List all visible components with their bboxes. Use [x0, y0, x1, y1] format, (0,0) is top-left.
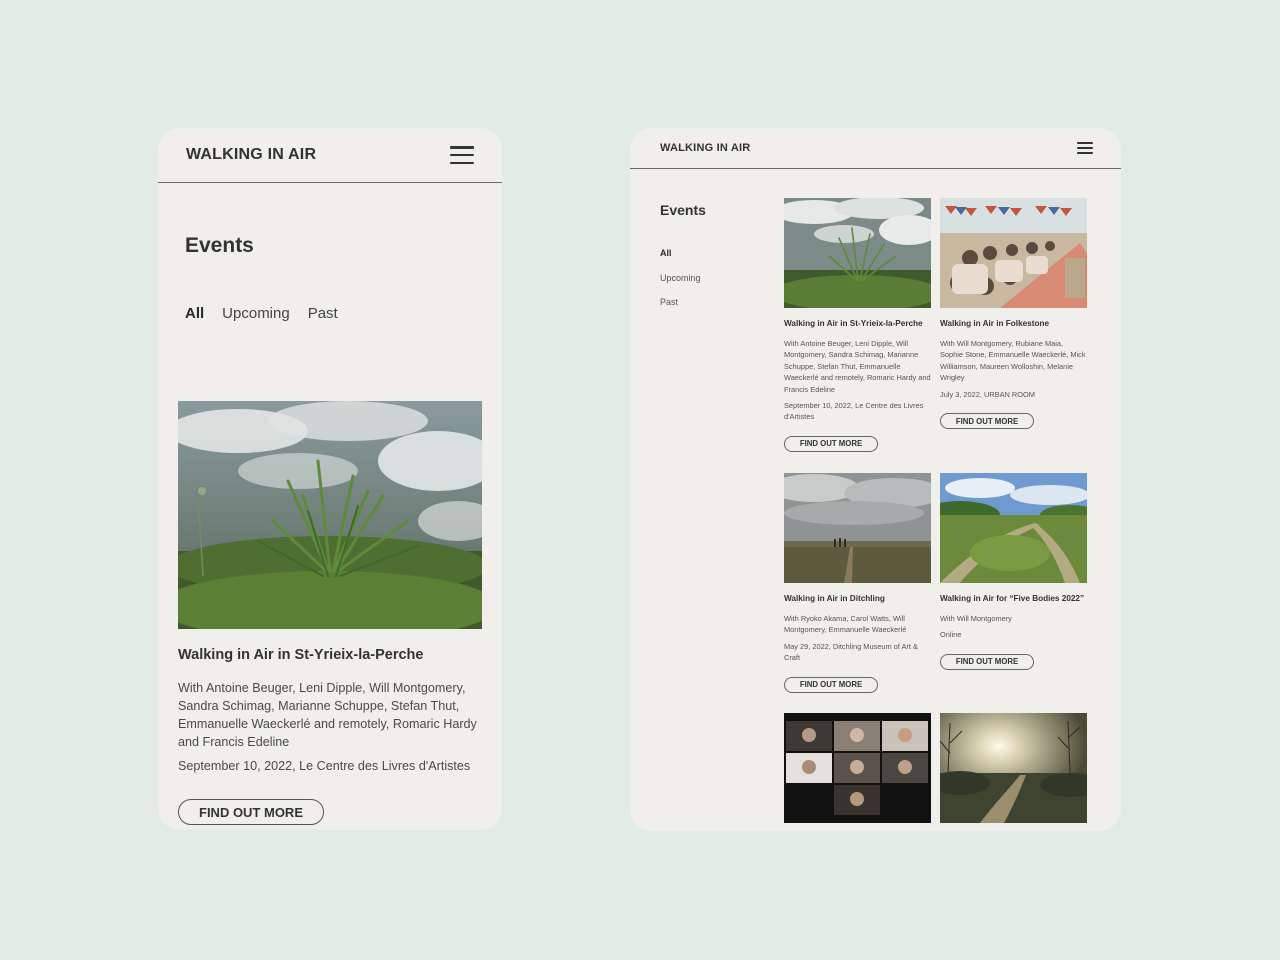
event-participants: With Antoine Beuger, Leni Dipple, Will M… [784, 339, 931, 394]
filter-past[interactable]: Past [308, 305, 338, 322]
event-participants: With Will Montgomery, Rubiane Maia, Soph… [940, 339, 1086, 383]
filter-all[interactable]: All [185, 305, 204, 322]
event-title[interactable]: Walking in Air in Folkestone [940, 318, 1087, 330]
event-participants: With Will Montgomery [940, 614, 1012, 623]
tablet-preview: WALKING IN AIR Events All Upcoming Past … [630, 128, 1121, 831]
filter-past[interactable]: Past [660, 297, 701, 322]
event-image-sunset-path[interactable] [940, 713, 1087, 823]
event-card: Walking in Air in St-Yrieix-la-Perche Wi… [784, 198, 931, 452]
filter-upcoming[interactable]: Upcoming [660, 273, 701, 298]
site-logo[interactable]: WALKING IN AIR [660, 142, 750, 154]
find-out-more-button[interactable]: FIND OUT MORE [784, 435, 878, 452]
event-card: Walking in Air for “Five Bodies 2022” Wi… [940, 473, 1087, 670]
event-card [940, 713, 1087, 823]
event-card: Walking in Air in Ditchling With Ryoko A… [784, 473, 931, 693]
page-title: Events [185, 234, 254, 257]
find-out-more-button[interactable]: FIND OUT MORE [940, 653, 1034, 670]
page-title: Events [660, 202, 706, 218]
event-card: Walking in Air in Folkestone With Will M… [940, 198, 1087, 430]
find-out-more-button[interactable]: FIND OUT MORE [940, 413, 1034, 430]
event-title[interactable]: Walking in Air in Ditchling [784, 593, 931, 605]
event-filter-tabs: All Upcoming Past [185, 305, 338, 322]
event-date-venue: Online [940, 630, 962, 640]
event-date-venue: September 10, 2022, Le Centre des Livres… [178, 759, 471, 773]
event-title[interactable]: Walking in Air in St-Yrieix-la-Perche [784, 318, 931, 330]
filter-upcoming[interactable]: Upcoming [222, 305, 290, 322]
event-participants: With Antoine Beuger, Leni Dipple, Will M… [178, 681, 477, 749]
event-image-video-call[interactable] [784, 713, 931, 823]
hamburger-menu-icon[interactable] [1077, 142, 1093, 154]
event-date-venue: May 29, 2022, Ditchling Museum of Art & … [784, 641, 918, 663]
event-filter-list: All Upcoming Past [660, 248, 701, 322]
event-date-venue: July 3, 2022, URBAN ROOM [940, 389, 1035, 399]
find-out-more-button[interactable]: FIND OUT MORE [784, 676, 878, 693]
site-header: WALKING IN AIR [158, 128, 502, 183]
filter-all[interactable]: All [660, 248, 701, 273]
event-image-group-room[interactable] [940, 198, 1087, 308]
hamburger-menu-icon[interactable] [450, 146, 474, 164]
event-image-forked-path[interactable] [940, 473, 1087, 583]
event-title[interactable]: Walking in Air in St-Yrieix-la-Perche [178, 647, 423, 663]
event-participants: With Ryoko Akama, Carol Watts, Will Mont… [784, 614, 907, 635]
event-title[interactable]: Walking in Air for “Five Bodies 2022” [940, 593, 1087, 605]
event-card [784, 713, 931, 823]
site-header: WALKING IN AIR [630, 128, 1121, 169]
event-image-grass-reflection[interactable] [178, 401, 482, 629]
mobile-preview: WALKING IN AIR Events All Upcoming Past [158, 128, 502, 830]
event-image-grass-reflection[interactable] [784, 198, 931, 308]
event-date-venue: September 10, 2022, Le Centre des Livres… [784, 401, 924, 422]
find-out-more-button[interactable]: FIND OUT MORE [178, 799, 324, 825]
site-logo[interactable]: WALKING IN AIR [186, 146, 316, 164]
event-image-field-walkers[interactable] [784, 473, 931, 583]
